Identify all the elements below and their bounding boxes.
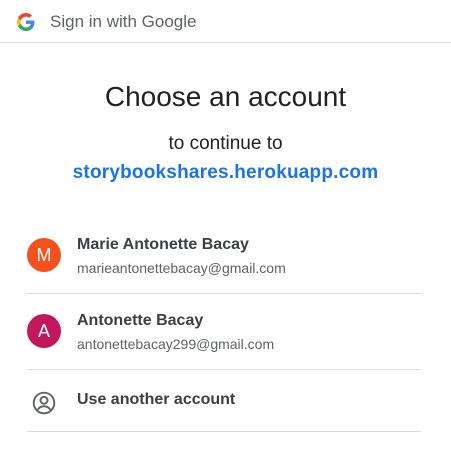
account-item-antonette[interactable]: A Antonette Bacay antonettebacay299@gmai…	[27, 294, 421, 370]
use-another-account-label: Use another account	[77, 391, 236, 408]
account-email: antonettebacay299@gmail.com	[77, 336, 275, 352]
account-item-marie[interactable]: M Marie Antonette Bacay marieantonetteba…	[27, 218, 421, 294]
avatar: A	[27, 314, 61, 348]
top-bar: Sign in with Google	[0, 0, 451, 43]
google-g-icon	[17, 13, 35, 31]
account-name: Antonette Bacay	[77, 312, 204, 329]
subheading: to continue to	[168, 133, 283, 154]
page-title: Choose an account	[104, 81, 347, 112]
use-another-account-button[interactable]: Use another account	[27, 370, 421, 432]
avatar: M	[27, 238, 61, 272]
account-email: marieantonettebacay@gmail.com	[77, 260, 286, 276]
account-name: Marie Antonette Bacay	[77, 236, 249, 253]
header-title: Sign in with Google	[50, 12, 197, 31]
account-circle-icon	[31, 390, 57, 416]
app-name-link[interactable]: storybookshares.herokuapp.com	[0, 161, 451, 185]
